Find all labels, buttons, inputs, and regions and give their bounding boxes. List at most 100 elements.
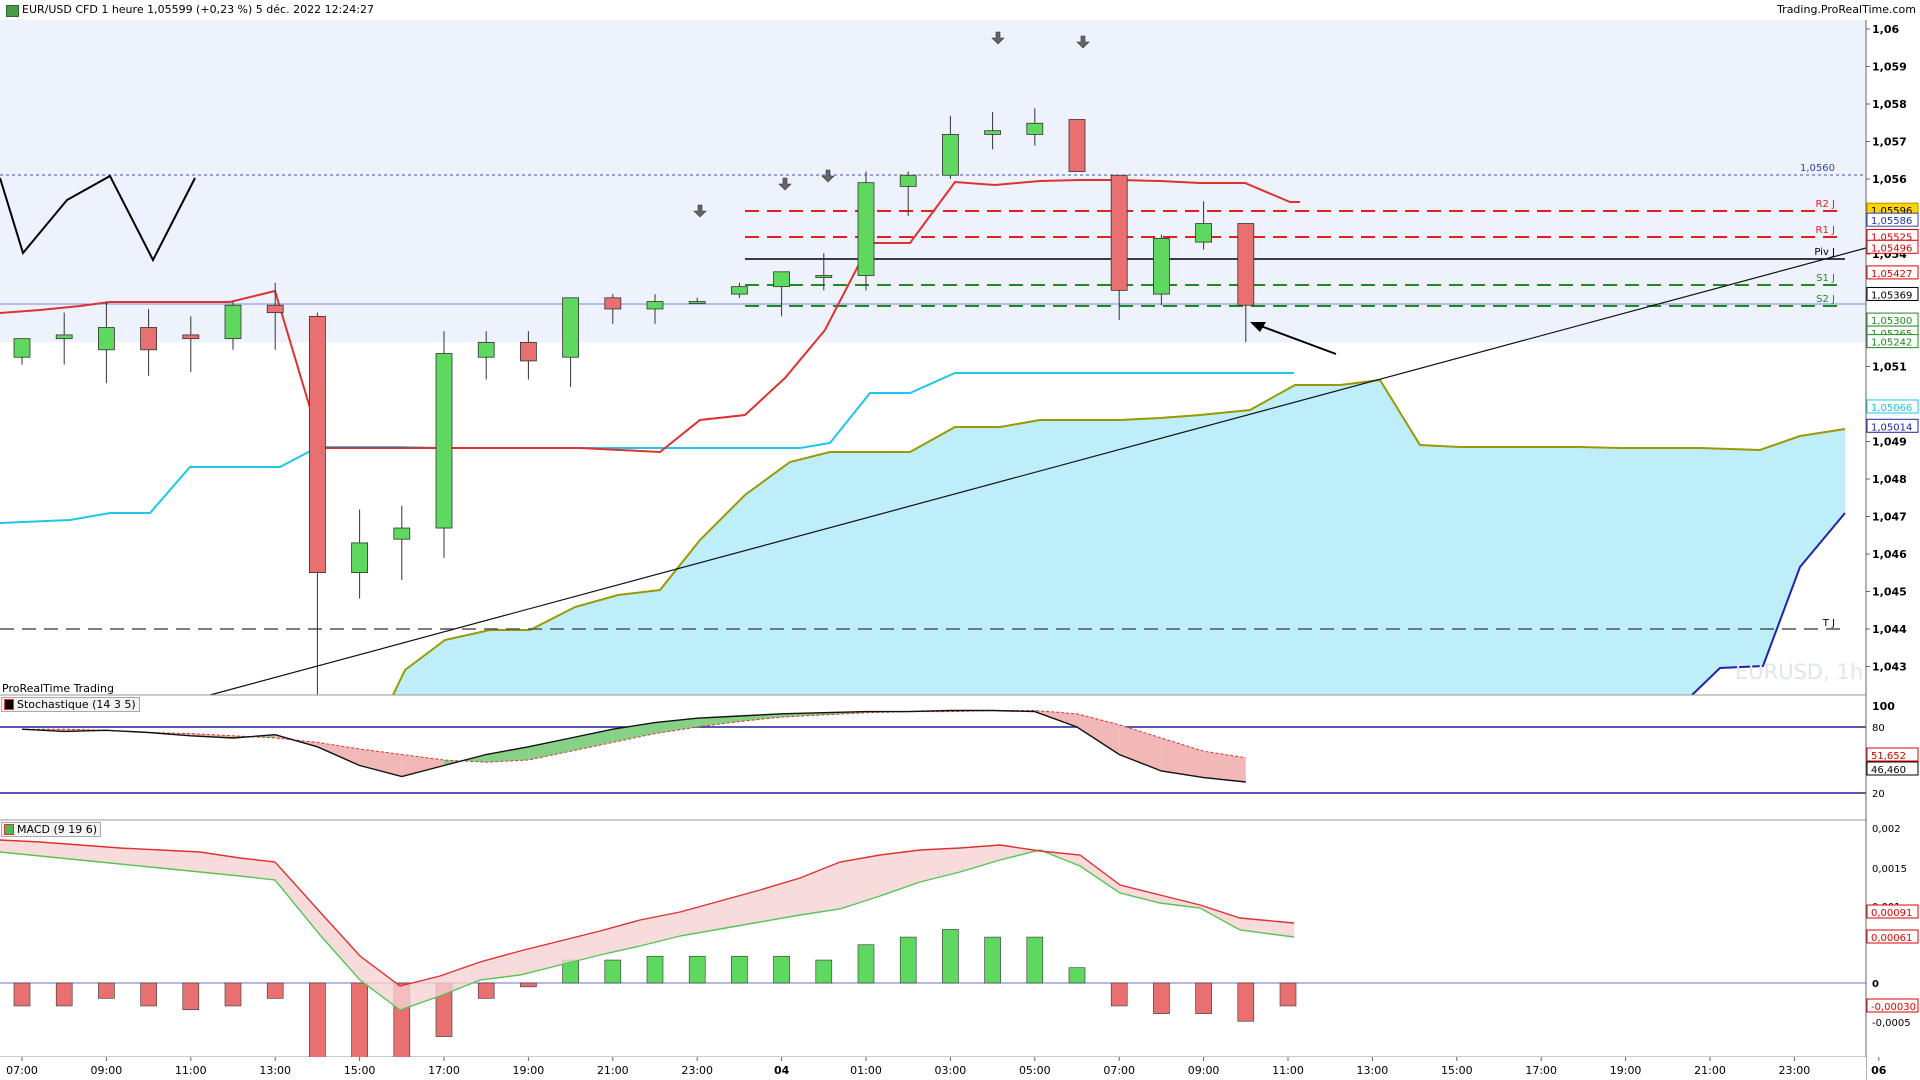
- price-axis-label-4: 1,056: [1872, 173, 1907, 186]
- price-tag-box: [1866, 334, 1919, 349]
- chart-header: EUR/USD CFD 1 heure 1,05599 (+0,23 %) 5 …: [0, 0, 1920, 20]
- price-tag-text: 1,05586: [1871, 216, 1912, 227]
- candle-8: [351, 509, 369, 599]
- macd-histogram-bar-22: [942, 929, 959, 984]
- price-tag-text: 1,05300: [1871, 316, 1912, 327]
- macd-histogram-bar-9: [393, 982, 411, 1080]
- right-axis-bg: [1866, 20, 1920, 1080]
- macd-histogram-bar-25: [1068, 967, 1086, 984]
- candle-26: [1110, 174, 1128, 321]
- stoch-fill-23: [992, 710, 1035, 712]
- time-axis-label-10: 01:00: [850, 1064, 882, 1077]
- macd-histogram-bar-18: [773, 955, 790, 984]
- stoch-fill-9: [401, 754, 444, 777]
- indicator-tag-4[interactable]: Chandeliers & Stochastiques (14 5 80 20 …: [329, 21, 672, 38]
- time-axis-label-15: 11:00: [1272, 1064, 1304, 1077]
- macd-histogram-bar-7: [309, 982, 326, 1068]
- price-tag-box: [1866, 418, 1919, 433]
- stochastic-tag[interactable]: Stochastique (14 3 5): [1, 697, 140, 712]
- price-tag-text: 1,05014: [1871, 422, 1912, 433]
- price-axis-label-2: 1,058: [1872, 98, 1907, 111]
- annotation-arrow-icon: [1257, 324, 1337, 355]
- candle-13: [562, 297, 579, 387]
- candle-25: [1068, 119, 1086, 172]
- price-tag-box: [1866, 239, 1919, 254]
- indicator-tag-label: Clôture (J): [168, 23, 224, 36]
- time-axis-label-17: 15:00: [1441, 1064, 1473, 1077]
- annotation-arrowhead-icon: [1250, 322, 1266, 332]
- macd-axis-label-1: 0,0015: [1872, 864, 1907, 875]
- macd-line: [0, 849, 1295, 1011]
- candle-body: [857, 182, 875, 276]
- stoch-fill-15: [655, 718, 698, 734]
- time-axis-label-7: 21:00: [597, 1064, 629, 1077]
- candle-3: [140, 308, 158, 376]
- price-axis-label-11: 1,049: [1872, 436, 1907, 449]
- time-axis-label-2: 11:00: [175, 1064, 207, 1077]
- time-axis-label-18: 17:00: [1525, 1064, 1557, 1077]
- price-tag-text: 1,05596: [1871, 206, 1912, 217]
- macd-histogram-bar-16: [688, 955, 706, 984]
- macd-histogram-bar-26: [1110, 982, 1128, 1007]
- ichimoku-span-a: [392, 378, 1846, 696]
- price-tag-text: 1,05496: [1871, 243, 1912, 254]
- candle-body: [984, 130, 1001, 135]
- indicator-swatch-icon: [40, 24, 46, 35]
- macd-histogram-bar-28: [1195, 982, 1212, 1014]
- ichimoku-kijun-line: [0, 372, 1294, 524]
- indicator-tag-2[interactable]: Clôture (J): [157, 21, 229, 38]
- stoch-fill-4: [190, 733, 233, 738]
- stoch-fill-5: [233, 734, 276, 738]
- candle-9: [393, 505, 411, 581]
- stoch-tag-box: [1866, 747, 1919, 762]
- candle-body: [13, 338, 31, 358]
- price-chart[interactable]: R2 JR1 JPiv JS1 JS2 JT J1,05601,061,0591…: [0, 0, 1920, 1080]
- price-tag-box: [1866, 265, 1919, 280]
- price-axis-label-1: 1,059: [1872, 61, 1907, 74]
- candle-6: [266, 282, 284, 350]
- macd-histogram-bar-8: [351, 982, 368, 1080]
- down-arrow-icon: [821, 169, 835, 183]
- candle-body: [815, 275, 833, 278]
- candle-23: [984, 112, 1001, 150]
- indicator-swatch-icon: [332, 24, 338, 35]
- candle-2: [98, 301, 115, 384]
- stoch-fill-1: [64, 729, 107, 732]
- time-axis-label-8: 23:00: [681, 1064, 713, 1077]
- pivot-label-s1: S1 J: [1816, 273, 1835, 284]
- candle-body: [55, 334, 73, 340]
- indicator-tag-0[interactable]: Prix: [1, 21, 38, 38]
- time-axis-label-20: 21:00: [1694, 1064, 1726, 1077]
- pivot-label-r2: R2 J: [1816, 199, 1835, 210]
- macd-swatch: [4, 824, 14, 835]
- indicator-tag-3[interactable]: Points pivots (J): [228, 21, 330, 38]
- price-tag-3: 1,05496: [1866, 239, 1919, 254]
- price-tag-text: 1,05265: [1871, 329, 1912, 340]
- macd-histogram-bar-0: [13, 982, 31, 1007]
- candle-20: [857, 171, 875, 291]
- stoch-fill-28: [1203, 751, 1246, 782]
- candle-5: [224, 301, 242, 350]
- price-tag-box: [1866, 286, 1919, 301]
- candle-body: [520, 341, 537, 362]
- candle-body: [1195, 223, 1212, 243]
- macd-tag[interactable]: MACD (9 19 6): [1, 822, 102, 837]
- price-tag-5: 1,05369: [1866, 286, 1919, 301]
- macd-histogram-bar-2: [98, 982, 115, 999]
- macd-histogram-bar-14: [604, 959, 622, 984]
- macd-histogram-bar-4: [182, 982, 200, 1011]
- price-axis-label-5: 1,055: [1872, 211, 1907, 224]
- candle-body: [477, 341, 495, 358]
- candle-body: [351, 542, 369, 574]
- indicator-tag-1[interactable]: Ichimoku (9 26 52): [37, 21, 158, 38]
- time-axis-label-12: 05:00: [1019, 1064, 1051, 1077]
- time-axis-label-4: 15:00: [344, 1064, 376, 1077]
- stoch-fill-16: [697, 716, 740, 727]
- macd-tag-2: -0,00030: [1871, 1002, 1916, 1013]
- macd-axis-label-3: 0: [1872, 979, 1879, 990]
- down-arrow-icon: [1076, 35, 1090, 49]
- candle-4: [182, 316, 200, 373]
- stoch-k-line: [21, 709, 1246, 783]
- stoch-axis-label-100: 100: [1872, 700, 1895, 713]
- trendline: [209, 247, 1867, 696]
